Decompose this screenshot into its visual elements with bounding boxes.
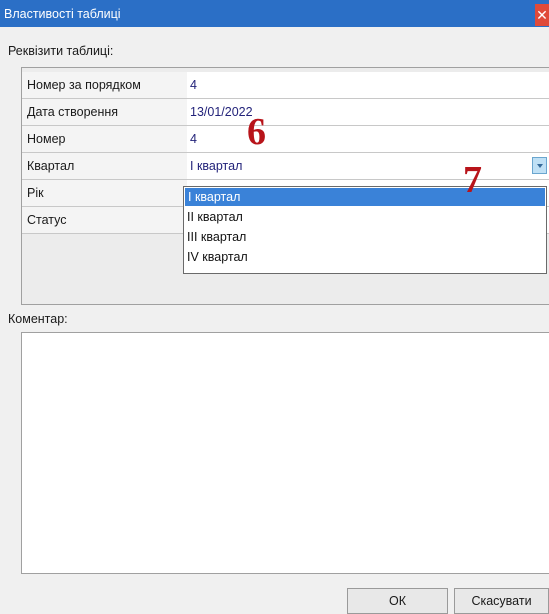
annotation-marker-7: 7 [463, 159, 482, 201]
row-number: Номер 4 [22, 126, 549, 153]
row-label: Квартал [22, 153, 188, 179]
window-title: Властивості таблиці [4, 6, 121, 21]
ok-button[interactable]: ОК [347, 588, 448, 614]
dropdown-option[interactable]: І квартал [185, 188, 545, 206]
close-button[interactable]: ✕ [535, 4, 549, 26]
creation-date-value[interactable]: 13/01/2022 [187, 99, 549, 125]
comment-label: Коментар: [8, 312, 68, 326]
quarter-value: І квартал [190, 159, 243, 173]
title-bar: Властивості таблиці ✕ [0, 0, 549, 27]
close-icon: ✕ [536, 7, 548, 23]
row-order-number: Номер за порядком 4 [22, 72, 549, 99]
row-label: Номер [22, 126, 188, 152]
annotation-marker-6: 6 [247, 111, 266, 153]
quarter-combobox[interactable]: І квартал [187, 153, 549, 179]
order-number-value[interactable]: 4 [187, 72, 549, 98]
number-value[interactable]: 4 [187, 126, 549, 152]
comment-textarea[interactable] [21, 332, 549, 574]
chevron-down-icon [536, 163, 543, 168]
details-section-label: Реквізити таблиці: [8, 44, 114, 58]
dropdown-option[interactable]: ІІ квартал [184, 207, 546, 227]
row-label: Статус [22, 207, 188, 233]
cancel-button[interactable]: Скасувати [454, 588, 549, 614]
quarter-dropdown-list: І квартал ІІ квартал ІІІ квартал ІV квар… [183, 186, 547, 274]
dropdown-option[interactable]: ІV квартал [184, 247, 546, 267]
dropdown-option[interactable]: ІІІ квартал [184, 227, 546, 247]
quarter-dropdown-button[interactable] [532, 157, 547, 174]
row-label: Дата створення [22, 99, 188, 125]
row-creation-date: Дата створення 13/01/2022 [22, 99, 549, 126]
row-label: Рік [22, 180, 188, 206]
row-label: Номер за порядком [22, 72, 188, 98]
